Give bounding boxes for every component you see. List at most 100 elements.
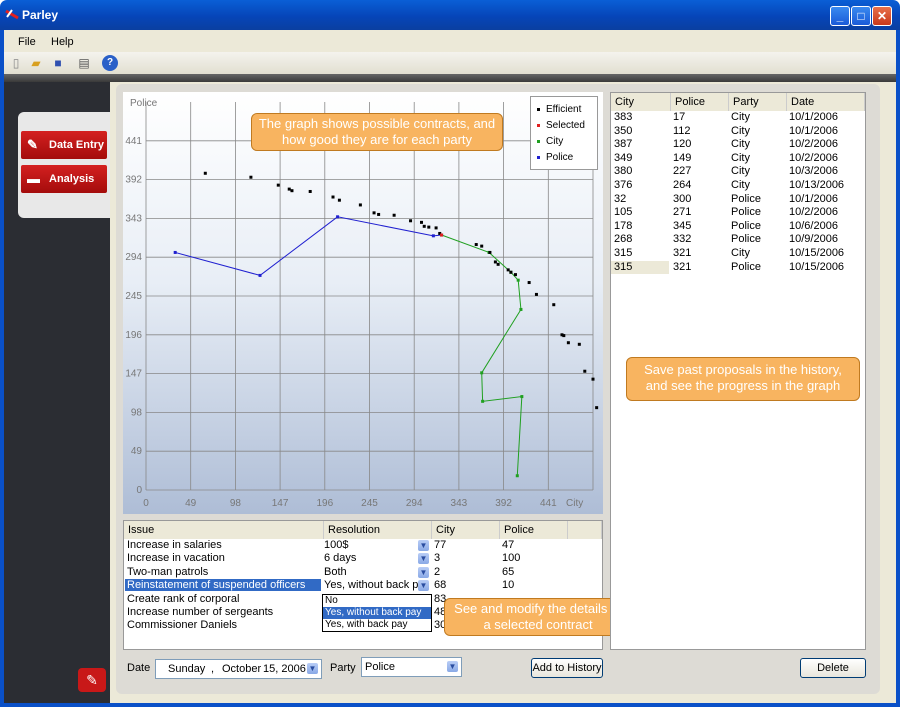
chevron-down-icon[interactable]: ▼ — [418, 540, 429, 551]
parley-logo-icon — [5, 7, 19, 21]
y-tick-label: 147 — [125, 369, 142, 380]
history-cell-date: 10/1/2006 — [789, 192, 838, 205]
efficient-point — [595, 406, 599, 410]
column-header-police[interactable]: Police — [671, 93, 729, 111]
history-cell-party: Police — [731, 206, 761, 219]
title-bar[interactable] — [0, 0, 900, 30]
efficient-point — [552, 303, 556, 307]
history-callout: Save past proposals in the history, and … — [626, 357, 860, 401]
table-cell-police: 47 — [502, 539, 515, 551]
history-cell-city: 178 — [614, 219, 633, 232]
column-header-resolution[interactable]: Resolution — [324, 521, 432, 539]
city-point — [515, 474, 519, 478]
help-icon[interactable]: ? — [102, 55, 118, 71]
delete-button[interactable]: Delete — [800, 658, 866, 678]
efficient-point — [290, 189, 294, 193]
efficient-point — [493, 260, 497, 264]
efficient-point — [496, 262, 500, 266]
table-cell-issue: Increase in vacation — [127, 552, 225, 565]
x-tick-label: 392 — [495, 498, 512, 509]
history-cell-police: 300 — [673, 192, 692, 205]
history-cell-date: 10/15/2006 — [789, 247, 845, 259]
table-cell-police: 65 — [502, 565, 515, 578]
date-picker[interactable]: Sunday , October 15, 2006 ▼ — [155, 659, 322, 679]
city-point — [481, 399, 485, 403]
resolution-dropdown[interactable]: No Yes, without back pay Yes, with back … — [322, 594, 432, 632]
history-cell-party: City — [731, 165, 750, 178]
save-icon[interactable]: ■ — [50, 55, 66, 71]
history-cell-party: Police — [731, 260, 761, 273]
history-cell-police: 345 — [673, 219, 692, 232]
police-point — [258, 273, 262, 277]
menu-bar — [4, 30, 896, 52]
legend-city: City — [537, 136, 563, 147]
party-select[interactable]: Police ▼ — [361, 657, 462, 677]
parley-logo-icon: ✎ — [78, 668, 106, 692]
table-cell-resolution[interactable]: 100$ — [324, 539, 348, 551]
chevron-down-icon[interactable]: ▼ — [307, 663, 318, 674]
history-cell-police: 264 — [673, 179, 692, 191]
history-cell-police: 120 — [673, 138, 692, 151]
city-point — [520, 395, 524, 399]
table-cell-issue: Increase in salaries — [127, 539, 222, 551]
chevron-down-icon[interactable]: ▼ — [418, 580, 429, 592]
y-tick-label: 392 — [125, 175, 142, 186]
history-cell-date: 10/15/2006 — [789, 260, 845, 273]
chevron-down-icon[interactable]: ▼ — [418, 553, 429, 565]
x-tick-label: 196 — [316, 498, 333, 509]
open-icon[interactable]: ▰ — [28, 55, 44, 71]
table-cell-police: 100 — [502, 552, 521, 565]
history-cell-city: 349 — [614, 151, 633, 164]
efficient-point — [583, 369, 587, 373]
minimize-button[interactable]: _ — [830, 6, 850, 26]
toolbar-divider — [4, 74, 896, 82]
table-cell-resolution[interactable]: 6 days — [324, 552, 356, 564]
date-day: Sunday — [168, 663, 206, 675]
date-separator: , — [211, 663, 215, 675]
date-label: Date — [127, 662, 151, 674]
history-cell-date: 10/6/2006 — [789, 219, 838, 232]
history-rows: 383 17 City 10/1/2006 350 112 City 10/1/2006 387… — [611, 111, 865, 281]
efficient-point — [249, 175, 253, 179]
history-cell-city: 315 — [614, 260, 633, 273]
dropdown-option[interactable]: Yes, with back pay — [323, 619, 431, 631]
menu-help[interactable]: Help — [51, 36, 74, 48]
data-entry-button[interactable]: ✎ Data Entry — [21, 131, 107, 159]
table-cell-issue: Create rank of corporal — [127, 592, 240, 605]
efficient-point — [287, 187, 291, 191]
print-icon[interactable]: ▤ — [76, 55, 92, 71]
history-cell-police: 332 — [673, 233, 692, 246]
efficient-point — [392, 213, 396, 217]
history-cell-police: 17 — [673, 111, 686, 123]
add-to-history-button[interactable]: Add to History — [531, 658, 603, 678]
toolbar — [4, 52, 896, 74]
column-header-party[interactable]: Party — [729, 93, 787, 111]
chevron-down-icon[interactable]: ▼ — [418, 566, 429, 578]
history-cell-police: 271 — [673, 206, 692, 219]
table-cell-resolution[interactable]: Both — [324, 566, 347, 578]
dropdown-option-selected[interactable]: Yes, without back pay — [323, 607, 431, 619]
column-header-city[interactable]: City — [611, 93, 671, 111]
column-header-date[interactable]: Date — [787, 93, 865, 111]
column-header-police[interactable]: Police — [500, 521, 568, 539]
history-cell-party: City — [731, 124, 750, 137]
window-title: Parley — [22, 8, 59, 22]
column-header-issue[interactable]: Issue — [124, 521, 324, 539]
menu-file[interactable]: File — [18, 36, 36, 48]
table-cell-issue: Reinstatement of suspended officers — [125, 579, 321, 592]
dropdown-option[interactable]: No — [323, 595, 431, 607]
table-cell-resolution[interactable]: Yes, without back pa — [324, 579, 422, 591]
chevron-down-icon[interactable]: ▼ — [447, 661, 458, 672]
analysis-button[interactable]: ▬ Analysis — [21, 165, 107, 193]
efficient-point — [308, 189, 312, 193]
x-tick-label: 245 — [361, 498, 378, 509]
new-icon[interactable]: ▯ — [8, 55, 24, 71]
legend-efficient: Efficient — [537, 104, 581, 115]
efficient-point — [372, 211, 376, 215]
table-cell-city: 77 — [434, 539, 447, 551]
selected-point — [440, 233, 444, 237]
maximize-button[interactable]: □ — [851, 6, 871, 26]
close-button[interactable]: ✕ — [872, 6, 892, 26]
efficient-point — [434, 226, 438, 230]
column-header-city[interactable]: City — [432, 521, 500, 539]
